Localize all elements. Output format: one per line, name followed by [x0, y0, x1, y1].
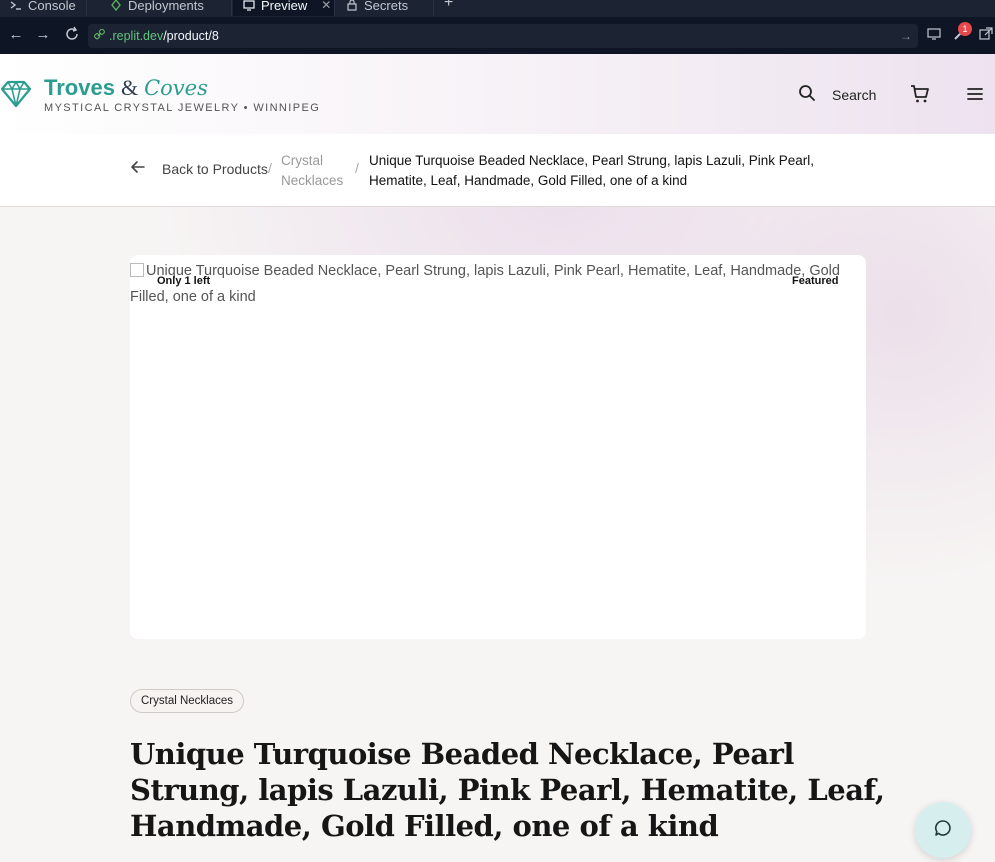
tab-label: Deployments: [128, 0, 204, 13]
devices-icon[interactable]: [926, 26, 944, 44]
tab-preview[interactable]: Preview ✕: [233, 0, 335, 16]
image-alt-label: Unique Turquoise Beaded Necklace, Pearl …: [130, 263, 840, 305]
open-external-icon[interactable]: [977, 26, 995, 44]
breadcrumb-separator: /: [268, 160, 272, 176]
breadcrumb-category-link[interactable]: Crystal Necklaces: [281, 151, 351, 191]
broken-image-icon: [130, 263, 144, 277]
tab-console[interactable]: Console: [0, 0, 87, 16]
lock-icon: [346, 0, 358, 11]
monitor-icon: [243, 0, 255, 11]
url-domain: .replit.dev: [109, 29, 164, 43]
brand-main: Troves: [44, 75, 115, 100]
featured-badge: Featured: [792, 275, 839, 287]
back-arrow-icon[interactable]: ←: [7, 26, 25, 44]
browser-url-bar: ← → .replit.dev /product/8 →: [0, 17, 995, 54]
chat-button[interactable]: [915, 802, 971, 858]
add-tab-icon[interactable]: +: [444, 0, 453, 12]
browser-tab-bar: Console Deployments Preview ✕ Secrets +: [0, 0, 995, 17]
chat-bubble-icon: [934, 819, 952, 842]
search-button[interactable]: Search: [798, 84, 876, 105]
brand-tagline: MYSTICAL CRYSTAL JEWELRY • WINNIPEG: [44, 102, 321, 114]
arrow-left-icon: [130, 160, 146, 177]
product-image[interactable]: Unique Turquoise Beaded Necklace, Pearl …: [130, 255, 866, 639]
search-label: Search: [832, 86, 877, 103]
hamburger-icon: [966, 88, 984, 108]
back-label: Back to Products: [162, 160, 268, 177]
brand-ampersand: &: [120, 75, 139, 100]
tab-label: Secrets: [364, 0, 409, 13]
site-header: Troves & Coves MYSTICAL CRYSTAL JEWELRY …: [0, 54, 995, 134]
go-arrow-icon[interactable]: →: [900, 29, 912, 43]
breadcrumb: Back to Products / Crystal Necklaces / U…: [0, 134, 995, 207]
image-alt-text: Unique Turquoise Beaded Necklace, Pearl …: [130, 258, 860, 310]
cart-icon: [910, 85, 930, 108]
tab-label: Console: [28, 0, 76, 13]
tab-deployments[interactable]: Deployments: [100, 0, 232, 16]
terminal-icon: [10, 0, 22, 11]
category-pill[interactable]: Crystal Necklaces: [130, 689, 245, 713]
breadcrumb-separator: /: [355, 160, 359, 176]
notification-badge: 1: [958, 22, 972, 36]
breadcrumb-current: Unique Turquoise Beaded Necklace, Pearl …: [369, 153, 814, 188]
reload-icon[interactable]: [63, 26, 81, 44]
address-input[interactable]: .replit.dev /product/8 →: [88, 24, 918, 48]
tab-secrets[interactable]: Secrets: [336, 0, 434, 16]
close-tab-icon[interactable]: ✕: [321, 0, 331, 12]
product-title: Unique Turquoise Beaded Necklace, Pearl …: [130, 737, 885, 843]
page-viewport: Troves & Coves MYSTICAL CRYSTAL JEWELRY …: [0, 54, 995, 862]
search-icon: [798, 84, 816, 105]
link-icon: [93, 28, 105, 43]
cart-button[interactable]: [910, 84, 930, 104]
brand-name[interactable]: Troves & Coves: [44, 75, 208, 101]
brand-script: Coves: [144, 76, 208, 100]
tab-label: Preview: [261, 0, 308, 13]
stock-badge: Only 1 left: [157, 275, 211, 287]
url-path: /product/8: [163, 29, 219, 43]
back-to-products-link[interactable]: Back to Products: [130, 160, 268, 177]
menu-button[interactable]: [966, 84, 984, 104]
diamond-logo-icon[interactable]: [0, 78, 32, 110]
forward-arrow-icon[interactable]: →: [34, 26, 52, 44]
deploy-icon: [110, 0, 122, 12]
